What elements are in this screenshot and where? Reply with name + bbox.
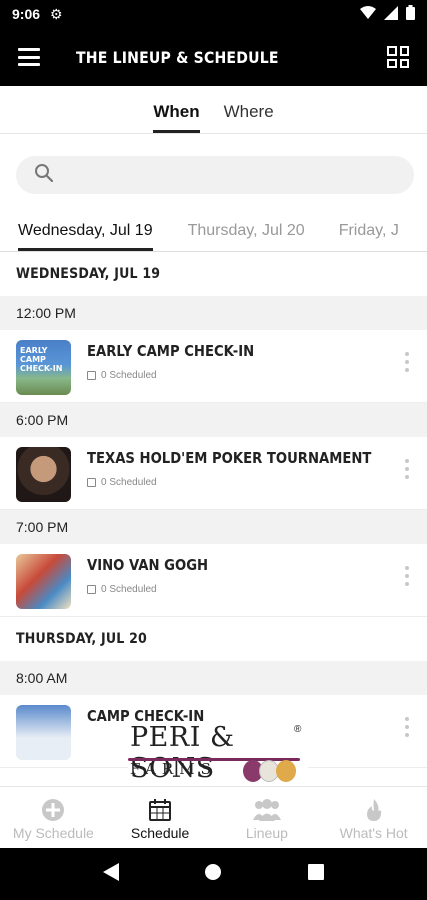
event-row[interactable]: TEXAS HOLD'EM POKER TOURNAMENT 0 Schedul…: [0, 437, 427, 510]
day-header: THURSDAY, JUL 20: [16, 631, 148, 647]
calendar-icon: [87, 478, 96, 487]
time-header: 8:00 AM: [0, 661, 427, 695]
more-options-icon[interactable]: [405, 566, 409, 586]
event-title: TEXAS HOLD'EM POKER TOURNAMENT: [87, 449, 372, 467]
thumbnail-caption: EARLY CAMP CHECK-IN: [20, 346, 63, 373]
recents-icon[interactable]: [308, 863, 325, 885]
day-tabs: Wednesday, Jul 19 Thursday, Jul 20 Frida…: [0, 212, 427, 252]
search-icon: [34, 163, 54, 188]
event-row[interactable]: EARLY CAMP CHECK-IN EARLY CAMP CHECK-IN …: [0, 330, 427, 403]
view-tabs: When Where: [0, 86, 427, 134]
sponsor-logo: PERI & SONS ® FARMS: [128, 722, 308, 786]
flame-icon: [364, 797, 384, 823]
tab-when[interactable]: When: [153, 86, 200, 133]
scheduled-count: 0 Scheduled: [101, 477, 157, 488]
time-header: 6:00 PM: [0, 403, 427, 437]
app-title: THE LINEUP & SCHEDULE: [76, 47, 279, 67]
nav-label: Lineup: [245, 825, 288, 841]
time-header: 12:00 PM: [0, 296, 427, 330]
nav-label: My Schedule: [12, 825, 94, 841]
onion-icon: [276, 760, 296, 782]
grid-view-icon[interactable]: [387, 46, 409, 68]
hamburger-menu-icon[interactable]: [18, 48, 40, 66]
status-icons: [360, 5, 415, 23]
nav-label: What's Hot: [339, 825, 408, 841]
tab-day-wednesday[interactable]: Wednesday, Jul 19: [18, 212, 153, 251]
app-bar: THE LINEUP & SCHEDULE: [0, 28, 427, 86]
plus-circle-icon: [41, 797, 65, 823]
event-title: VINO VAN GOGH: [87, 556, 209, 574]
schedule-list[interactable]: WEDNESDAY, JUL 19 12:00 PM EARLY CAMP CH…: [0, 252, 427, 786]
registered-mark: ®: [294, 724, 302, 735]
search-input[interactable]: [64, 166, 384, 184]
search-bar[interactable]: [16, 156, 414, 194]
status-bar: 9:06 ⚙: [0, 0, 427, 28]
calendar-icon: [87, 585, 96, 594]
day-header: WEDNESDAY, JUL 19: [16, 266, 161, 282]
nav-schedule[interactable]: Schedule: [107, 787, 214, 848]
signal-icon: [384, 5, 398, 23]
home-icon[interactable]: [204, 863, 222, 886]
event-row[interactable]: VINO VAN GOGH 0 Scheduled: [0, 544, 427, 617]
event-title: EARLY CAMP CHECK-IN: [87, 342, 255, 360]
nav-my-schedule[interactable]: My Schedule: [0, 787, 107, 848]
event-thumbnail: [16, 447, 71, 502]
tab-day-thursday[interactable]: Thursday, Jul 20: [188, 212, 305, 251]
status-time: 9:06: [12, 6, 41, 22]
scheduled-count: 0 Scheduled: [101, 584, 157, 595]
more-options-icon[interactable]: [405, 352, 409, 372]
scheduled-count: 0 Scheduled: [101, 370, 157, 381]
nav-lineup[interactable]: Lineup: [214, 787, 321, 848]
calendar-icon: [148, 797, 172, 823]
bottom-navigation: My Schedule Schedule Lineup What's Hot: [0, 786, 427, 848]
nav-label: Schedule: [130, 825, 190, 841]
back-icon[interactable]: [102, 862, 119, 886]
more-options-icon[interactable]: [405, 459, 409, 479]
tab-where[interactable]: Where: [224, 86, 274, 133]
event-thumbnail: [16, 554, 71, 609]
gear-icon: ⚙: [50, 5, 63, 22]
people-icon: [252, 797, 282, 823]
time-header: 7:00 PM: [0, 510, 427, 544]
sponsor-logo-subtitle: FARMS: [130, 760, 217, 778]
calendar-icon: [87, 371, 96, 380]
event-thumbnail: [16, 705, 71, 760]
battery-icon: [406, 5, 415, 23]
more-options-icon[interactable]: [405, 717, 409, 737]
nav-whats-hot[interactable]: What's Hot: [320, 787, 427, 848]
system-navigation-bar: [0, 848, 427, 900]
tab-day-friday[interactable]: Friday, J: [339, 212, 399, 251]
wifi-icon: [360, 5, 376, 23]
event-thumbnail: EARLY CAMP CHECK-IN: [16, 340, 71, 395]
